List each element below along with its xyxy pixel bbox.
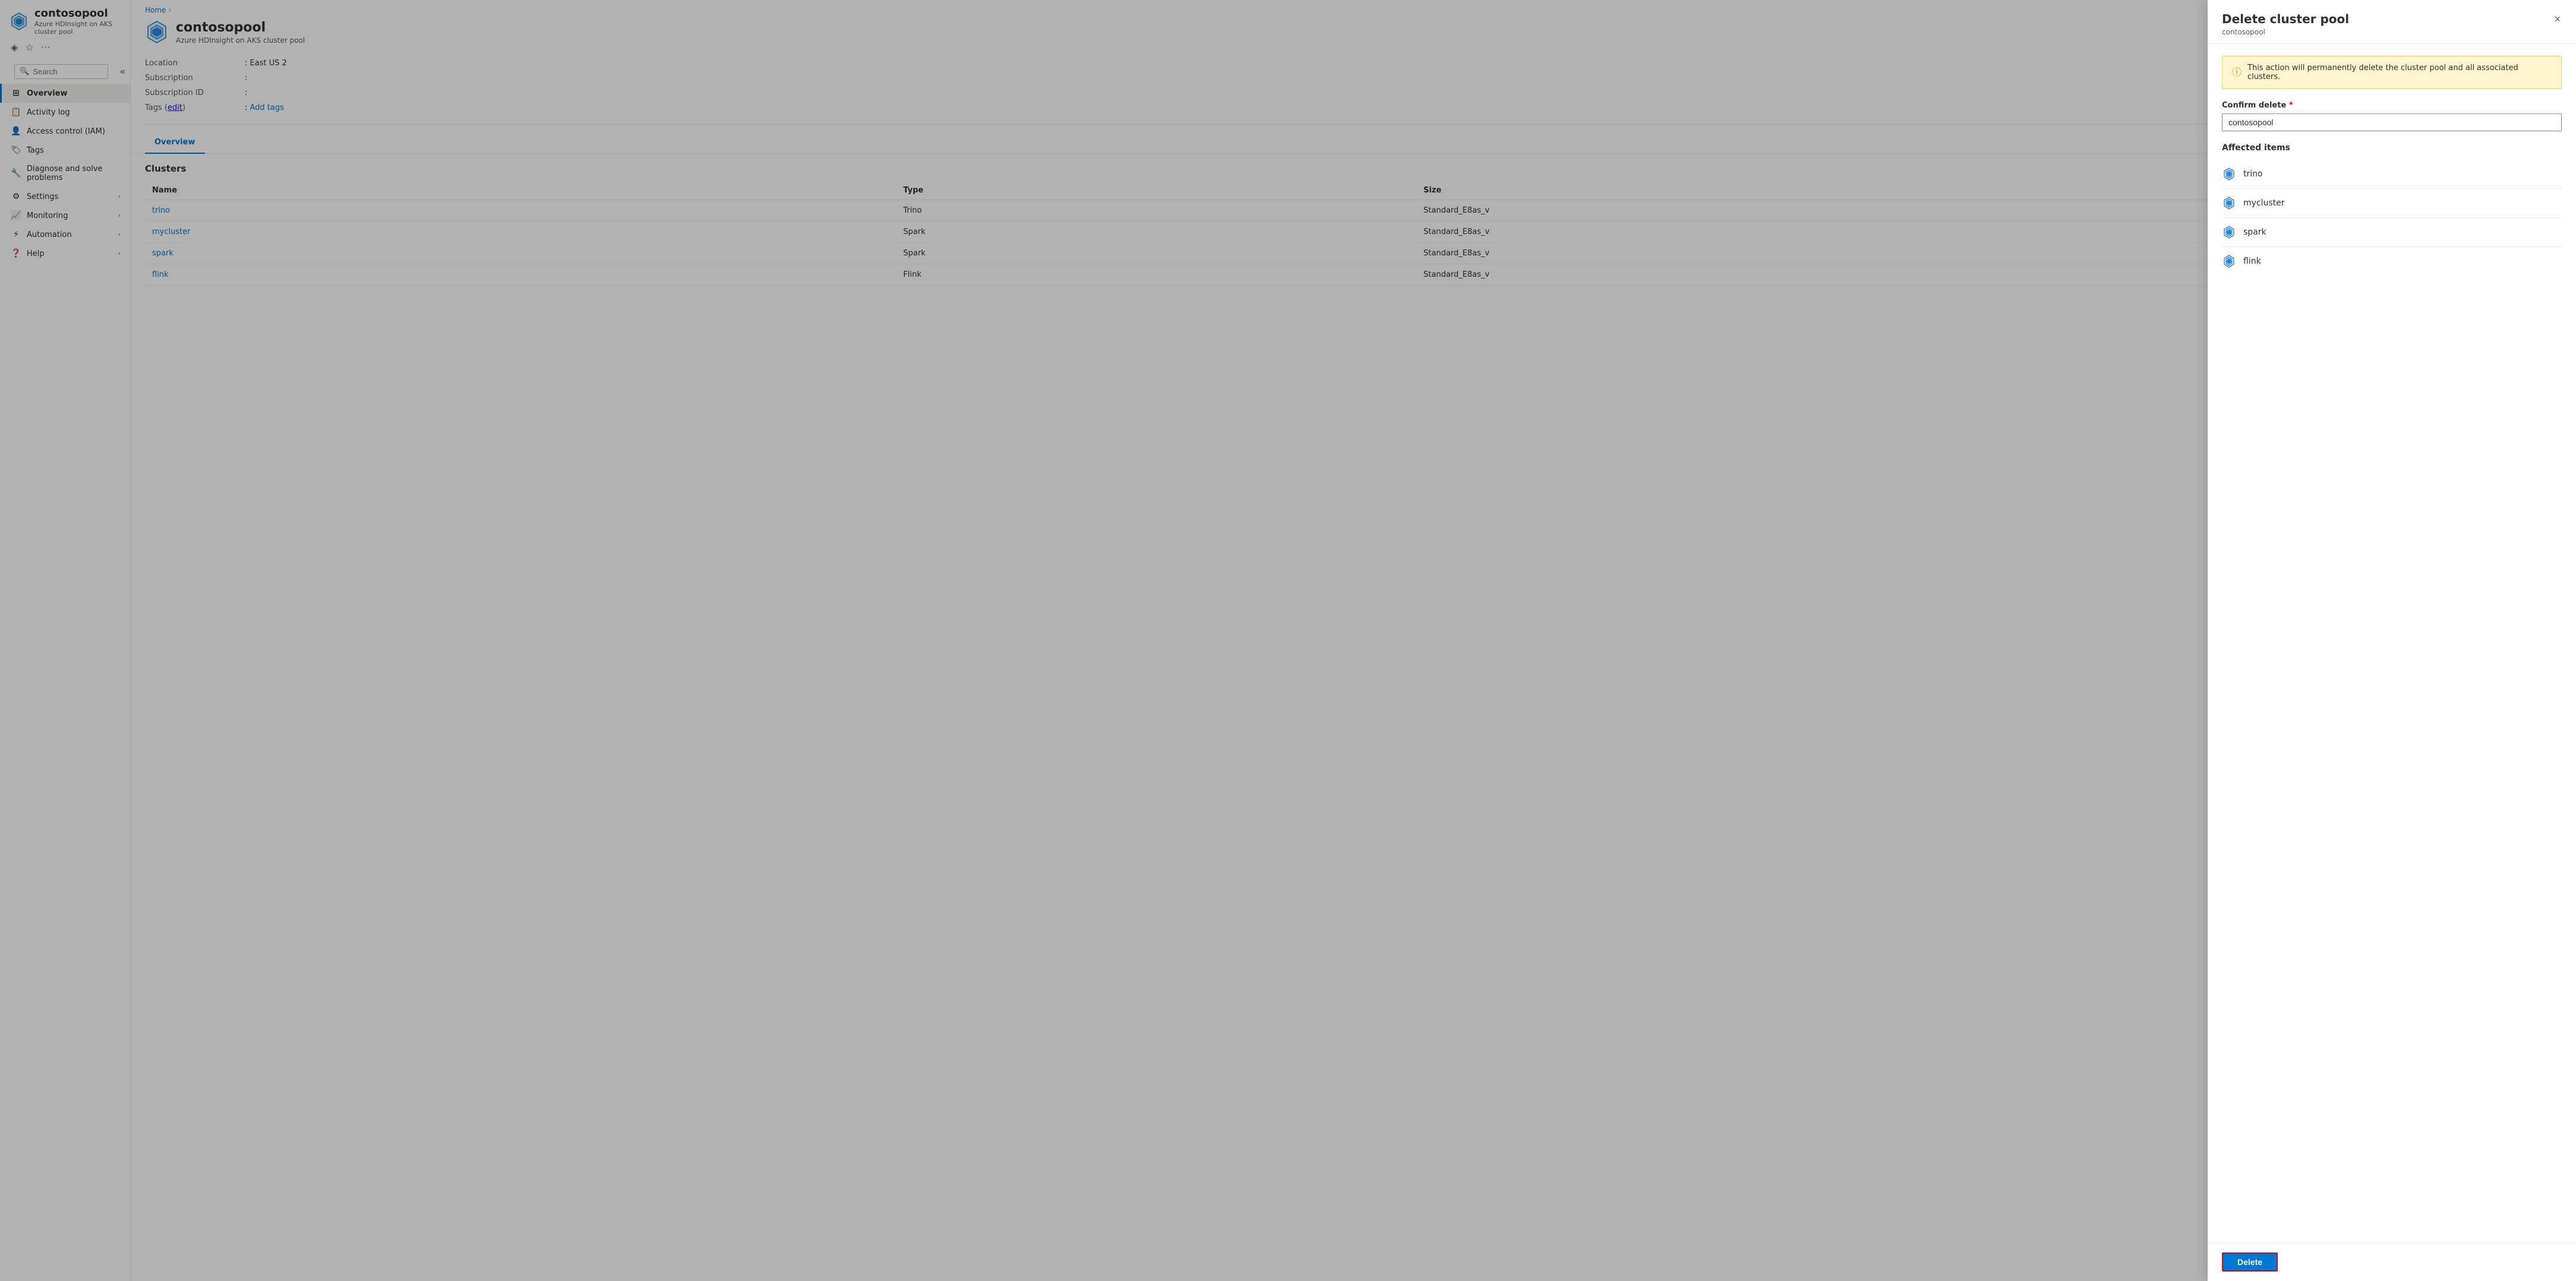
delete-cluster-panel: Delete cluster pool contosopool × ⓘ This… — [2208, 0, 2576, 1281]
panel-header: Delete cluster pool contosopool × — [2208, 0, 2576, 44]
affected-item-name: mycluster — [2243, 198, 2285, 208]
affected-item: mycluster — [2222, 189, 2562, 218]
warning-icon: ⓘ — [2232, 64, 2242, 78]
overlay-background[interactable] — [0, 0, 2576, 1281]
cluster-icon — [2222, 196, 2236, 210]
cluster-icon — [2222, 254, 2236, 268]
panel-title: Delete cluster pool — [2222, 12, 2349, 26]
delete-button[interactable]: Delete — [2222, 1252, 2278, 1271]
affected-item: flink — [2222, 247, 2562, 276]
warning-text: This action will permanently delete the … — [2247, 64, 2552, 81]
cluster-icon — [2222, 225, 2236, 239]
required-star: * — [2289, 101, 2293, 110]
affected-items-list: trino mycluster spark flink — [2222, 160, 2562, 276]
panel-subtitle: contosopool — [2222, 28, 2349, 36]
affected-item-name: trino — [2243, 169, 2263, 179]
affected-item-name: flink — [2243, 257, 2261, 266]
panel-footer: Delete — [2208, 1242, 2576, 1281]
affected-item: spark — [2222, 218, 2562, 247]
warning-banner: ⓘ This action will permanently delete th… — [2222, 56, 2562, 89]
affected-item-name: spark — [2243, 227, 2266, 237]
panel-close-button[interactable]: × — [2553, 12, 2562, 27]
confirm-delete-input[interactable] — [2222, 113, 2562, 131]
cluster-icon — [2222, 167, 2236, 181]
confirm-label: Confirm delete * — [2222, 101, 2562, 110]
affected-title: Affected items — [2222, 143, 2562, 153]
panel-body: ⓘ This action will permanently delete th… — [2208, 44, 2576, 1242]
affected-item: trino — [2222, 160, 2562, 189]
